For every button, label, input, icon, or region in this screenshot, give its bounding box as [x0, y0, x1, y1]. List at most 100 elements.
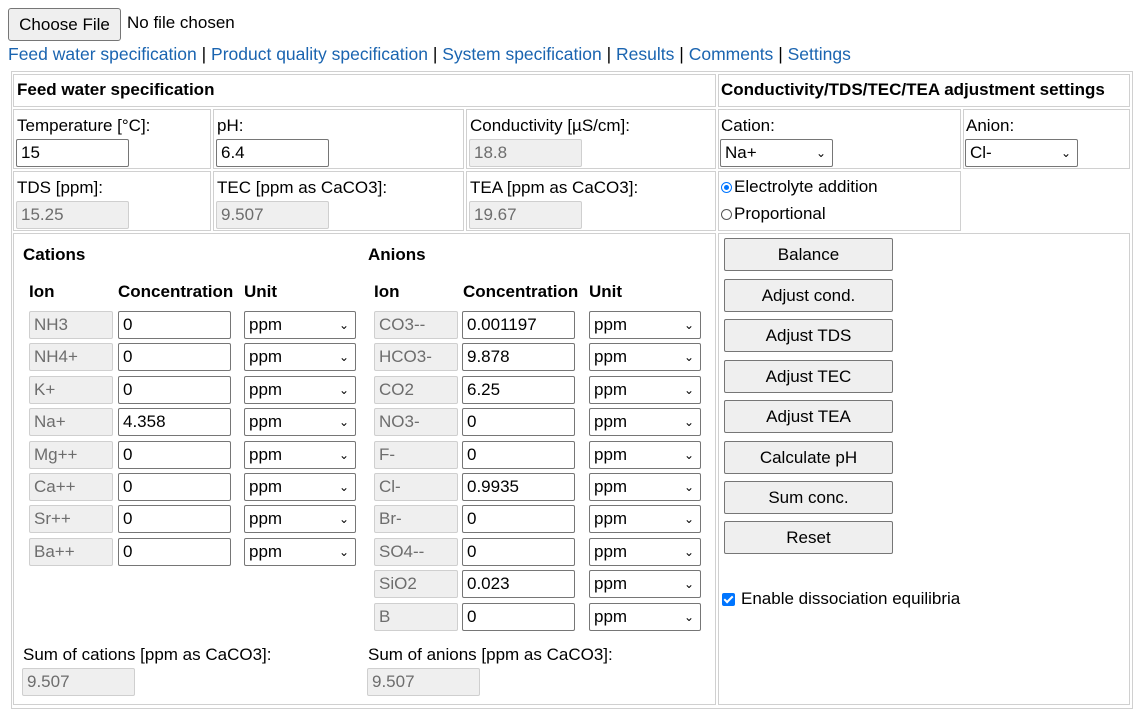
unit-select[interactable]: ppm ⌄ [244, 505, 356, 533]
unit-select[interactable]: ppm ⌄ [244, 473, 356, 501]
unit-select[interactable]: ppm ⌄ [589, 408, 701, 436]
dissociation-checkbox[interactable]: Enable dissociation equilibria [722, 589, 960, 609]
unit-select[interactable]: ppm ⌄ [244, 538, 356, 566]
concentration-input[interactable]: 4.358 [118, 408, 231, 436]
sum-cations-label: Sum of cations [ppm as CaCO3]: [23, 645, 272, 664]
ion-name: K+ [29, 376, 113, 404]
unit-select[interactable]: ppm ⌄ [589, 570, 701, 598]
temperature-label: Temperature [°C]: [17, 116, 151, 135]
chevron-down-icon: ⌄ [683, 350, 694, 364]
concentration-input[interactable]: 0 [118, 473, 231, 501]
concentration-input[interactable]: 0 [462, 603, 575, 631]
tea-label: TEA [ppm as CaCO3]: [470, 178, 639, 197]
tds-input: 15.25 [16, 201, 129, 229]
ion-name: CO3-- [374, 311, 458, 339]
chevron-down-icon: ⌄ [338, 350, 349, 364]
unit-select[interactable]: ppm ⌄ [244, 441, 356, 469]
ion-name: Cl- [374, 473, 458, 501]
concentration-input[interactable]: 0 [118, 376, 231, 404]
unit-select[interactable]: ppm ⌄ [589, 603, 701, 631]
unit-select[interactable]: ppm ⌄ [589, 538, 701, 566]
anion-select[interactable]: Cl- ⌄ [965, 139, 1078, 167]
sum-conc-button[interactable]: Sum conc. [724, 481, 893, 514]
ion-name: HCO3- [374, 343, 458, 371]
chevron-down-icon: ⌄ [338, 545, 349, 559]
ion-name: F- [374, 441, 458, 469]
concentration-input[interactable]: 6.25 [462, 376, 575, 404]
unit-select[interactable]: ppm ⌄ [244, 408, 356, 436]
concentration-input[interactable]: 0.023 [462, 570, 575, 598]
unit-select-value: ppm [594, 347, 628, 366]
unit-select-value: ppm [594, 380, 628, 399]
sum-anions-label: Sum of anions [ppm as CaCO3]: [368, 645, 613, 664]
adjust-section-title: Conductivity/TDS/TEC/TEA adjustment sett… [721, 80, 1105, 99]
adjust-cond-button[interactable]: Adjust cond. [724, 279, 893, 312]
tds-label: TDS [ppm]: [17, 178, 103, 197]
cations-col-unit: Unit [244, 282, 278, 301]
chevron-down-icon: ⌄ [815, 146, 826, 160]
unit-select-value: ppm [249, 380, 283, 399]
cation-select-value: Na+ [725, 143, 757, 162]
cation-select[interactable]: Na+ ⌄ [720, 139, 833, 167]
concentration-input[interactable]: 0 [118, 343, 231, 371]
unit-select[interactable]: ppm ⌄ [244, 311, 356, 339]
chevron-down-icon: ⌄ [338, 512, 349, 526]
ion-name: Ca++ [29, 473, 113, 501]
nav-comments[interactable]: Comments [689, 44, 774, 64]
choose-file-button[interactable]: Choose File [8, 8, 121, 41]
nav-feed-water[interactable]: Feed water specification [8, 44, 197, 64]
concentration-input[interactable]: 0 [118, 311, 231, 339]
unit-select[interactable]: ppm ⌄ [589, 441, 701, 469]
concentration-input[interactable]: 0 [118, 441, 231, 469]
nav-separator: | [778, 44, 783, 64]
concentration-input[interactable]: 0 [462, 538, 575, 566]
concentration-input[interactable]: 0 [462, 408, 575, 436]
ph-input[interactable]: 6.4 [216, 139, 329, 167]
radio-proportional[interactable]: Proportional [721, 204, 826, 224]
adjust-tea-button[interactable]: Adjust TEA [724, 400, 893, 433]
balance-button[interactable]: Balance [724, 238, 893, 271]
concentration-input[interactable]: 0 [118, 505, 231, 533]
ion-name: Br- [374, 505, 458, 533]
unit-select[interactable]: ppm ⌄ [589, 311, 701, 339]
concentration-input[interactable]: 0.9935 [462, 473, 575, 501]
adjust-tds-button[interactable]: Adjust TDS [724, 319, 893, 352]
nav-results[interactable]: Results [616, 44, 674, 64]
unit-select-value: ppm [594, 542, 628, 561]
unit-select[interactable]: ppm ⌄ [589, 505, 701, 533]
checkbox-checked-icon [722, 592, 735, 606]
chevron-down-icon: ⌄ [683, 480, 694, 494]
adjust-tec-button[interactable]: Adjust TEC [724, 360, 893, 393]
unit-select[interactable]: ppm ⌄ [589, 343, 701, 371]
dissociation-label: Enable dissociation equilibria [741, 589, 961, 608]
chevron-down-icon: ⌄ [683, 512, 694, 526]
reset-button[interactable]: Reset [724, 521, 893, 554]
concentration-input[interactable]: 0.001197 [462, 311, 575, 339]
calculate-ph-button[interactable]: Calculate pH [724, 441, 893, 474]
unit-select[interactable]: ppm ⌄ [244, 376, 356, 404]
nav-separator: | [432, 44, 438, 64]
feed-section-title: Feed water specification [17, 80, 215, 99]
concentration-input[interactable]: 0 [462, 441, 575, 469]
unit-select[interactable]: ppm ⌄ [589, 473, 701, 501]
nav-system[interactable]: System specification [442, 44, 602, 64]
unit-select[interactable]: ppm ⌄ [589, 376, 701, 404]
chevron-down-icon: ⌄ [683, 577, 694, 591]
radio-electrolyte-addition[interactable]: Electrolyte addition [721, 177, 878, 197]
anions-title: Anions [368, 245, 426, 264]
nav-separator: | [201, 44, 207, 64]
tec-input: 9.507 [216, 201, 329, 229]
temperature-input[interactable]: 15 [16, 139, 129, 167]
concentration-input[interactable]: 0 [462, 505, 575, 533]
tea-input: 19.67 [469, 201, 582, 229]
sum-anions-input: 9.507 [367, 668, 480, 696]
concentration-input[interactable]: 0 [118, 538, 231, 566]
nav-separator: | [679, 44, 684, 64]
concentration-input[interactable]: 9.878 [462, 343, 575, 371]
nav-settings[interactable]: Settings [788, 44, 851, 64]
unit-select-value: ppm [594, 315, 628, 334]
anions-col-ion: Ion [374, 282, 400, 301]
ion-name: Na+ [29, 408, 113, 436]
unit-select[interactable]: ppm ⌄ [244, 343, 356, 371]
nav-product-quality[interactable]: Product quality specification [211, 44, 428, 64]
